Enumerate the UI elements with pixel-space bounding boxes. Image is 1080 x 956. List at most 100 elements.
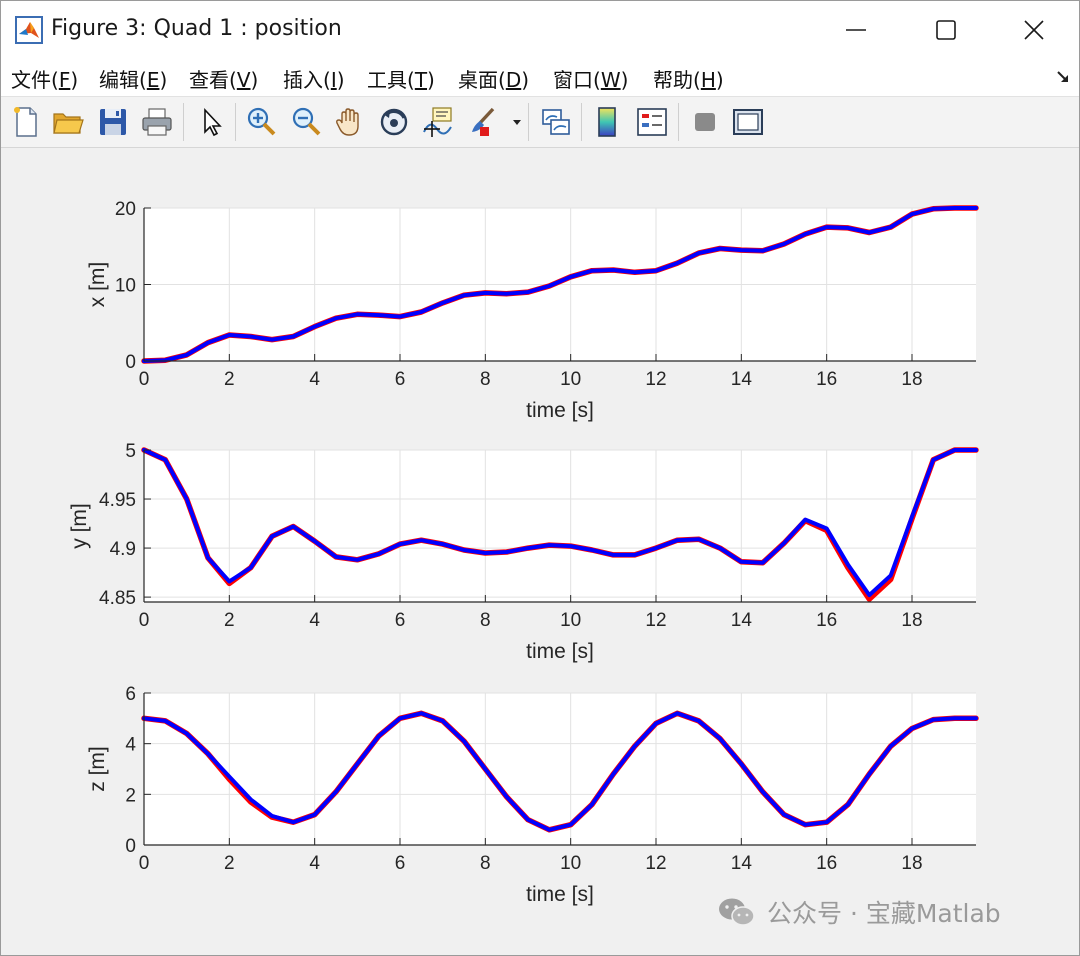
x-tick-label: 0 bbox=[139, 853, 150, 874]
matlab-logo-icon bbox=[15, 16, 43, 44]
subplot-3: 0 2 4 6 8 10 12 14 16 18 0 2 4 6 time [s] z [m] bbox=[86, 684, 979, 906]
x-tick-label: 12 bbox=[645, 610, 666, 631]
subplot-1: 0 2 4 6 8 10 12 14 16 18 0 10 20 time [s] x [m] bbox=[86, 199, 979, 422]
title-bar[interactable]: Figure 3: Quad 1 : position bbox=[1, 1, 1079, 59]
menu-edit[interactable]: 编辑(E) bbox=[99, 64, 167, 93]
minimize-icon bbox=[846, 29, 866, 31]
x-tick-label: 16 bbox=[816, 853, 837, 874]
close-button[interactable] bbox=[989, 1, 1079, 59]
axes-background bbox=[144, 450, 976, 602]
x-tick-label: 8 bbox=[480, 610, 491, 631]
menu-help[interactable]: 帮助(H) bbox=[653, 64, 724, 93]
x-tick-label: 16 bbox=[816, 610, 837, 631]
y-tick-label: 20 bbox=[115, 199, 136, 220]
save-button[interactable] bbox=[96, 105, 130, 139]
menu-view[interactable]: 查看(V) bbox=[189, 64, 258, 93]
x-tick-label: 6 bbox=[395, 369, 406, 390]
x-tick-label: 18 bbox=[901, 610, 922, 631]
x-tick-label: 12 bbox=[645, 853, 666, 874]
wechat-icon bbox=[719, 898, 755, 926]
y-tick-label: 4.9 bbox=[110, 539, 136, 560]
open-file-icon bbox=[53, 113, 84, 134]
x-tick-label: 0 bbox=[139, 610, 150, 631]
figure-toolbar bbox=[1, 97, 1079, 148]
x-tick-label: 8 bbox=[480, 853, 491, 874]
zoom-out-button[interactable] bbox=[289, 105, 323, 139]
menu-desktop[interactable]: 桌面(D) bbox=[458, 64, 529, 93]
x-tick-label: 8 bbox=[480, 369, 491, 390]
new-figure-button[interactable] bbox=[9, 105, 43, 139]
x-tick-label: 4 bbox=[309, 853, 320, 874]
x-tick-label: 4 bbox=[309, 610, 320, 631]
x-tick-label: 14 bbox=[731, 853, 753, 874]
minimize-button[interactable] bbox=[811, 1, 901, 59]
data-cursor-button[interactable] bbox=[421, 105, 455, 139]
x-axis-label: time [s] bbox=[526, 883, 594, 906]
x-tick-label: 10 bbox=[560, 853, 581, 874]
print-button[interactable] bbox=[140, 105, 174, 139]
link-plot-icon bbox=[542, 109, 570, 135]
maximize-button[interactable] bbox=[901, 1, 991, 59]
y-tick-label: 0 bbox=[125, 352, 136, 373]
y-tick-label: 10 bbox=[115, 276, 136, 297]
brush-dropdown-icon[interactable] bbox=[512, 117, 522, 127]
x-tick-label: 10 bbox=[560, 610, 581, 631]
watermark-text: 公众号 · 宝藏Matlab bbox=[767, 899, 1001, 928]
x-tick-label: 14 bbox=[731, 369, 753, 390]
hide-plot-tools-button[interactable] bbox=[688, 105, 722, 139]
save-icon bbox=[100, 109, 126, 135]
open-file-button[interactable] bbox=[51, 105, 85, 139]
toolbar-separator bbox=[235, 103, 236, 141]
y-tick-label: 4.95 bbox=[99, 490, 136, 511]
print-icon bbox=[142, 108, 172, 136]
pan-button[interactable] bbox=[333, 105, 367, 139]
x-tick-label: 14 bbox=[731, 610, 753, 631]
zoom-in-button[interactable] bbox=[244, 105, 278, 139]
menu-bar: 文件(F) 编辑(E) 查看(V) 插入(I) 工具(T) 桌面(D) 窗口(W… bbox=[1, 59, 1079, 97]
x-tick-label: 6 bbox=[395, 610, 406, 631]
figure-canvas: 0 2 4 6 8 10 12 14 16 18 0 10 20 time [s] x [m] 0 2 4 6 8 10… bbox=[1, 148, 1079, 955]
figure-window: Figure 3: Quad 1 : position 文件(F) 编辑(E) … bbox=[0, 0, 1080, 956]
menu-file[interactable]: 文件(F) bbox=[11, 64, 78, 93]
subplot-2: 0 2 4 6 8 10 12 14 16 18 4.85 4.9 4.95 5 time [s] y [m] bbox=[68, 441, 979, 663]
edit-plot-arrow-icon bbox=[204, 107, 222, 137]
menu-insert[interactable]: 插入(I) bbox=[283, 64, 345, 93]
data-cursor-icon bbox=[423, 107, 452, 137]
toolbar-separator bbox=[528, 103, 529, 141]
toolbar-separator bbox=[581, 103, 582, 141]
toolbar-separator bbox=[183, 103, 184, 141]
link-plot-button[interactable] bbox=[539, 105, 573, 139]
rotate-3d-icon bbox=[380, 108, 408, 136]
axes-background bbox=[144, 693, 976, 845]
y-tick-label: 6 bbox=[125, 684, 136, 705]
zoom-out-icon bbox=[292, 107, 321, 136]
y-tick-label: 4 bbox=[125, 735, 136, 756]
x-tick-label: 10 bbox=[560, 369, 581, 390]
window-title: Figure 3: Quad 1 : position bbox=[51, 16, 342, 41]
x-tick-label: 16 bbox=[816, 369, 837, 390]
y-tick-label: 2 bbox=[125, 785, 136, 806]
hide-plot-tools-icon bbox=[695, 113, 715, 131]
dock-figure-icon[interactable] bbox=[1055, 69, 1071, 85]
edit-plot-button[interactable] bbox=[195, 105, 229, 139]
y-tick-label: 4.85 bbox=[99, 588, 136, 609]
maximize-icon bbox=[936, 20, 956, 40]
x-tick-label: 2 bbox=[224, 610, 235, 631]
x-axis-label: time [s] bbox=[526, 640, 594, 663]
menu-tools[interactable]: 工具(T) bbox=[367, 64, 435, 93]
y-axis-label: x [m] bbox=[86, 262, 109, 308]
x-tick-label: 12 bbox=[645, 369, 666, 390]
show-plot-tools-button[interactable] bbox=[731, 105, 765, 139]
y-tick-label: 5 bbox=[125, 441, 136, 462]
insert-legend-button[interactable] bbox=[635, 105, 669, 139]
insert-colorbar-button[interactable] bbox=[591, 105, 625, 139]
legend-icon bbox=[637, 108, 667, 136]
x-tick-label: 2 bbox=[224, 369, 235, 390]
menu-window[interactable]: 窗口(W) bbox=[553, 64, 628, 93]
show-plot-tools-icon bbox=[733, 109, 763, 135]
rotate-3d-button[interactable] bbox=[377, 105, 411, 139]
brush-icon bbox=[472, 107, 495, 136]
brush-button[interactable] bbox=[465, 105, 499, 139]
x-axis-label: time [s] bbox=[526, 399, 594, 422]
x-tick-label: 0 bbox=[139, 369, 150, 390]
